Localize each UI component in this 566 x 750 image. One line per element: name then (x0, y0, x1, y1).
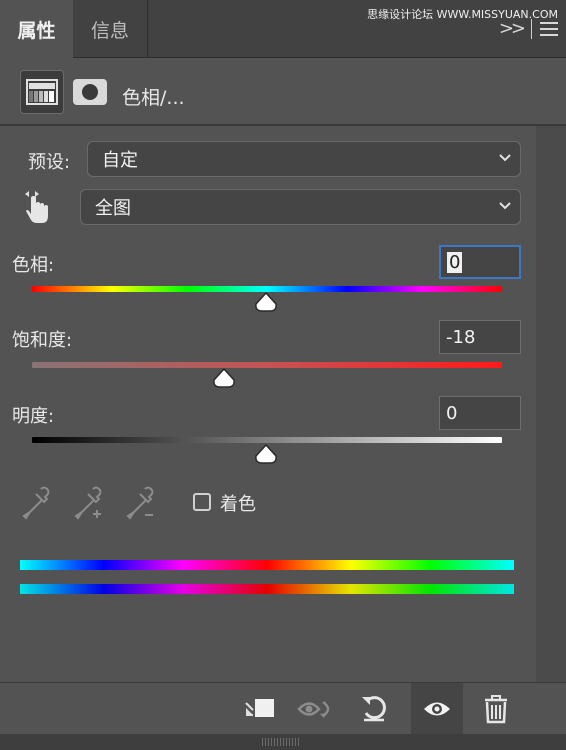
preset-value: 自定 (102, 150, 138, 171)
adjustment-title: 色相/... (122, 87, 185, 109)
targeted-adjustment-hand-icon[interactable] (22, 190, 52, 224)
hue-slider-thumb[interactable] (254, 292, 278, 312)
clip-to-layer-icon[interactable] (234, 683, 286, 735)
lightness-slider-thumb[interactable] (254, 444, 278, 464)
chevron-down-icon (499, 154, 511, 162)
eyedropper-add-icon[interactable] (74, 486, 104, 522)
lightness-value: 0 (446, 402, 458, 424)
preset-dropdown[interactable]: 自定 (87, 141, 521, 177)
scrollbar[interactable] (536, 126, 566, 682)
adjustment-header: 色相/... (0, 58, 566, 126)
colorize-label: 着色 (220, 494, 256, 515)
panel-tab-bar: 属性 信息 思缘设计论坛 WWW.MISSYUAN.COM >> (0, 0, 566, 58)
saturation-value: -18 (446, 326, 476, 348)
lightness-slider-track[interactable] (32, 437, 502, 443)
visibility-eye-icon (424, 702, 450, 716)
eyedropper-subtract-icon[interactable] (126, 486, 156, 522)
saturation-value-input[interactable]: -18 (439, 320, 521, 354)
panel-footer-toolbar (0, 682, 566, 735)
hue-saturation-adjustment-icon[interactable] (20, 70, 64, 114)
divider (531, 18, 532, 39)
view-previous-state-icon[interactable] (290, 683, 342, 735)
layer-mask-icon[interactable] (68, 70, 112, 114)
channel-dropdown[interactable]: 全图 (80, 189, 521, 225)
panel-menu-icon[interactable] (540, 21, 558, 36)
collapse-panel-icon[interactable]: >> (499, 18, 526, 39)
trash-icon[interactable] (470, 683, 522, 735)
resize-grip-icon[interactable] (262, 738, 300, 746)
hue-value: 0 (447, 251, 463, 273)
lightness-label: 明度: (12, 406, 55, 427)
output-spectrum-bar (20, 584, 514, 594)
chevron-down-icon (499, 202, 511, 210)
preset-label: 预设: (28, 152, 71, 173)
colorize-checkbox[interactable] (193, 493, 211, 511)
panel-resize-strip[interactable] (0, 734, 566, 750)
lightness-value-input[interactable]: 0 (439, 396, 521, 430)
input-spectrum-bar (20, 560, 514, 570)
channel-value: 全图 (95, 198, 131, 219)
reset-icon[interactable] (348, 683, 400, 735)
saturation-label: 饱和度: (12, 330, 73, 351)
tab-info[interactable]: 信息 (73, 0, 148, 58)
tab-properties[interactable]: 属性 (0, 0, 73, 58)
hue-value-input[interactable]: 0 (439, 245, 521, 279)
panel-tools: >> (499, 18, 558, 39)
hue-label: 色相: (12, 255, 55, 276)
saturation-slider-thumb[interactable] (212, 368, 236, 388)
visibility-toggle[interactable] (411, 683, 463, 735)
eyedropper-icon[interactable] (22, 486, 52, 522)
saturation-slider-track[interactable] (32, 362, 502, 368)
